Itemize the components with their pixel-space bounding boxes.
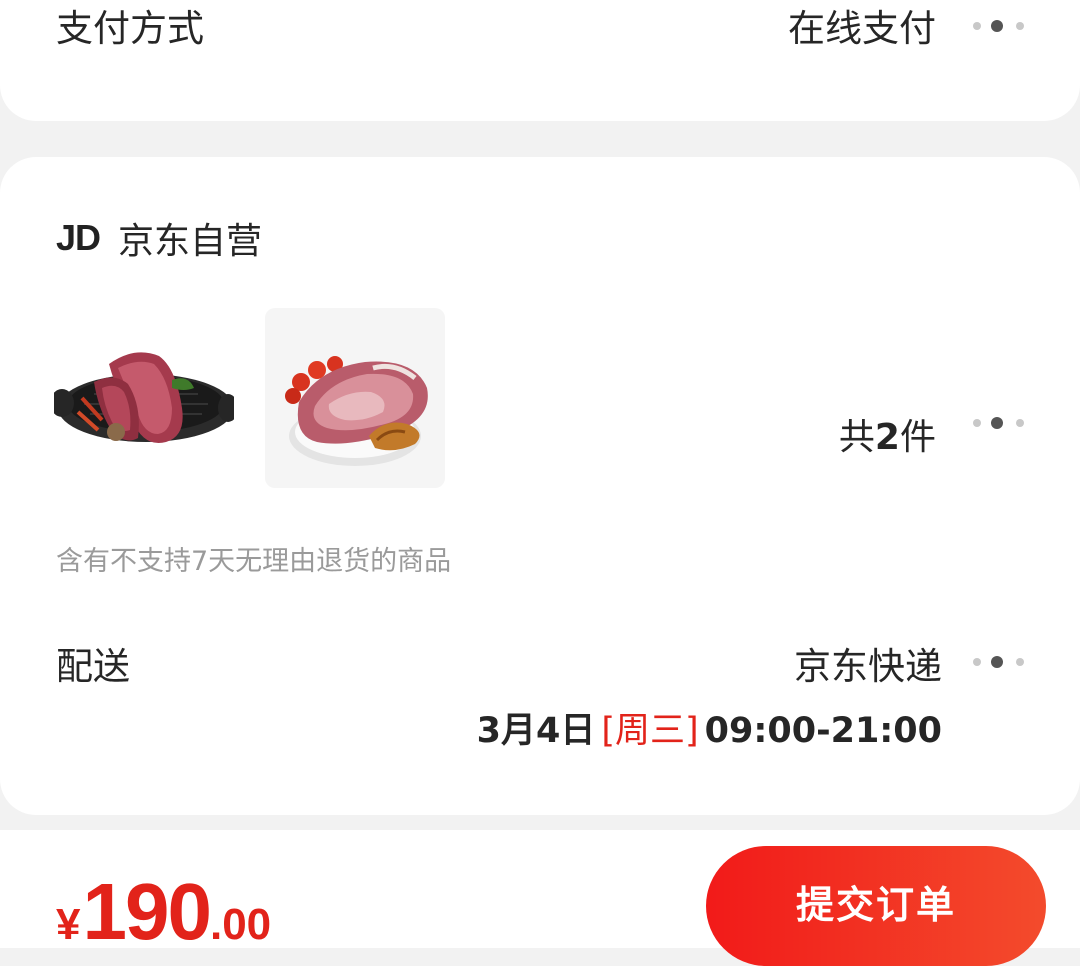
delivery-more-icon[interactable] <box>970 655 1026 669</box>
price-decimal: .00 <box>209 900 272 949</box>
products-more-icon[interactable] <box>970 416 1026 430</box>
steak-on-grill-pan-image <box>54 352 234 444</box>
count-suffix: 件 <box>899 417 936 458</box>
delivery-carrier[interactable]: 京东快递 <box>794 648 942 685</box>
payment-method-label: 支付方式 <box>56 7 204 50</box>
jd-logo-icon: JD <box>56 217 101 258</box>
delivery-time-range: 09:00-21:00 <box>704 711 942 751</box>
shop-header[interactable]: JD 京东自营 <box>56 217 262 262</box>
total-price: ¥190.00 <box>56 866 271 958</box>
delivery-time[interactable]: 3月4日 [周三] 09:00-21:00 <box>477 702 942 753</box>
submit-order-button[interactable]: 提交订单 <box>706 846 1046 966</box>
count-number: 2 <box>874 417 900 458</box>
currency-symbol: ¥ <box>56 900 81 949</box>
beef-cut-on-plate-image <box>285 356 428 466</box>
payment-more-icon[interactable] <box>970 19 1026 33</box>
price-integer: 190 <box>82 867 211 956</box>
delivery-label: 配送 <box>56 645 130 688</box>
product-count[interactable]: 共2件 <box>839 408 936 460</box>
delivery-weekday: [周三] <box>601 711 699 751</box>
product-thumbnail-1[interactable] <box>54 308 234 488</box>
return-policy-notice: 含有不支持7天无理由退货的商品 <box>56 546 452 577</box>
delivery-date: 3月4日 <box>476 711 596 751</box>
shop-name: 京东自营 <box>118 221 263 262</box>
count-prefix: 共 <box>838 417 875 458</box>
payment-method-value[interactable]: 在线支付 <box>788 10 936 47</box>
product-thumbnail-2[interactable] <box>265 308 445 488</box>
